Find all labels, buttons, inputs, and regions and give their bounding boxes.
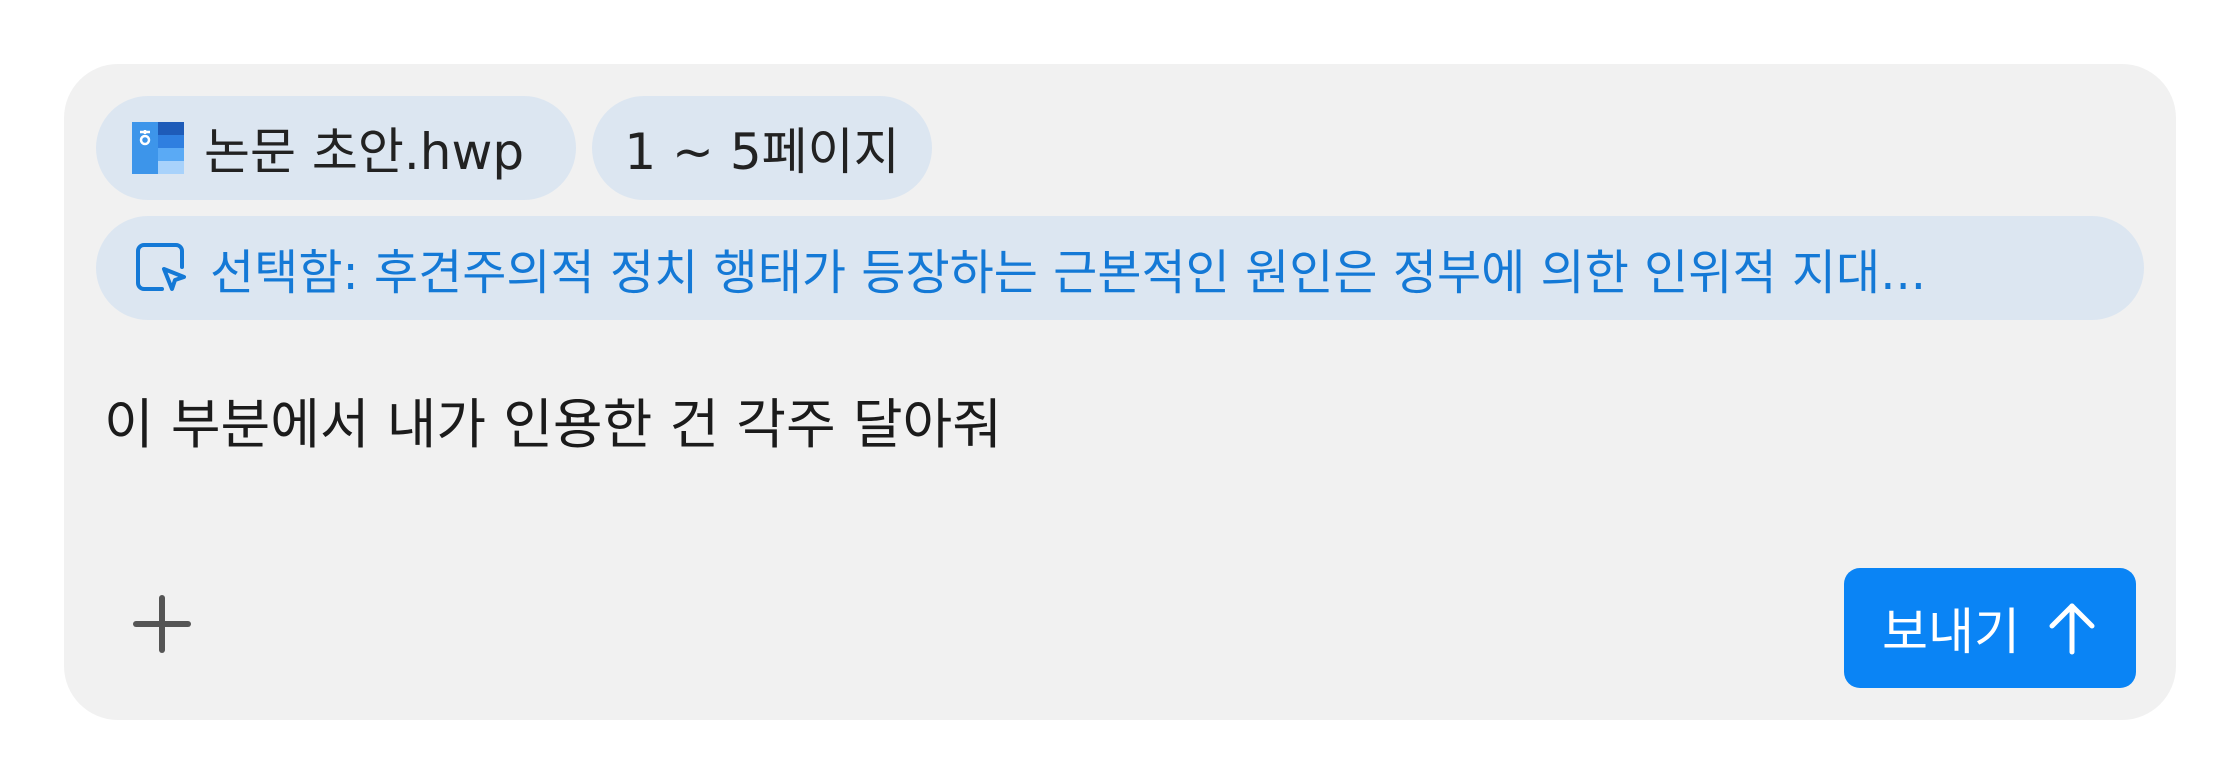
page-range-chip[interactable]: 1 ~ 5페이지 [592, 96, 932, 200]
attached-file-name: 논문 초안.hwp [204, 123, 525, 181]
hwp-document-icon [130, 120, 186, 176]
message-input[interactable]: 이 부분에서 내가 인용한 건 각주 달아줘 [104, 380, 1002, 459]
page-range-label: 1 ~ 5페이지 [624, 123, 900, 181]
message-composer: 논문 초안.hwp 1 ~ 5페이지 선택함: 후견주의적 정치 행태가 등장하… [64, 64, 2176, 720]
send-button[interactable]: 보내기 [1844, 568, 2136, 688]
send-button-label: 보내기 [1882, 603, 2020, 661]
attached-file-chip[interactable]: 논문 초안.hwp [96, 96, 576, 200]
plus-icon [132, 594, 192, 658]
selection-chip[interactable]: 선택함: 후견주의적 정치 행태가 등장하는 근본적인 원인은 정부에 의한 인… [96, 216, 2144, 320]
cursor-select-icon [132, 239, 190, 297]
add-attachment-button[interactable] [124, 588, 200, 664]
arrow-up-icon [2046, 600, 2098, 656]
selection-text: 선택함: 후견주의적 정치 행태가 등장하는 근본적인 원인은 정부에 의한 인… [210, 245, 1926, 301]
